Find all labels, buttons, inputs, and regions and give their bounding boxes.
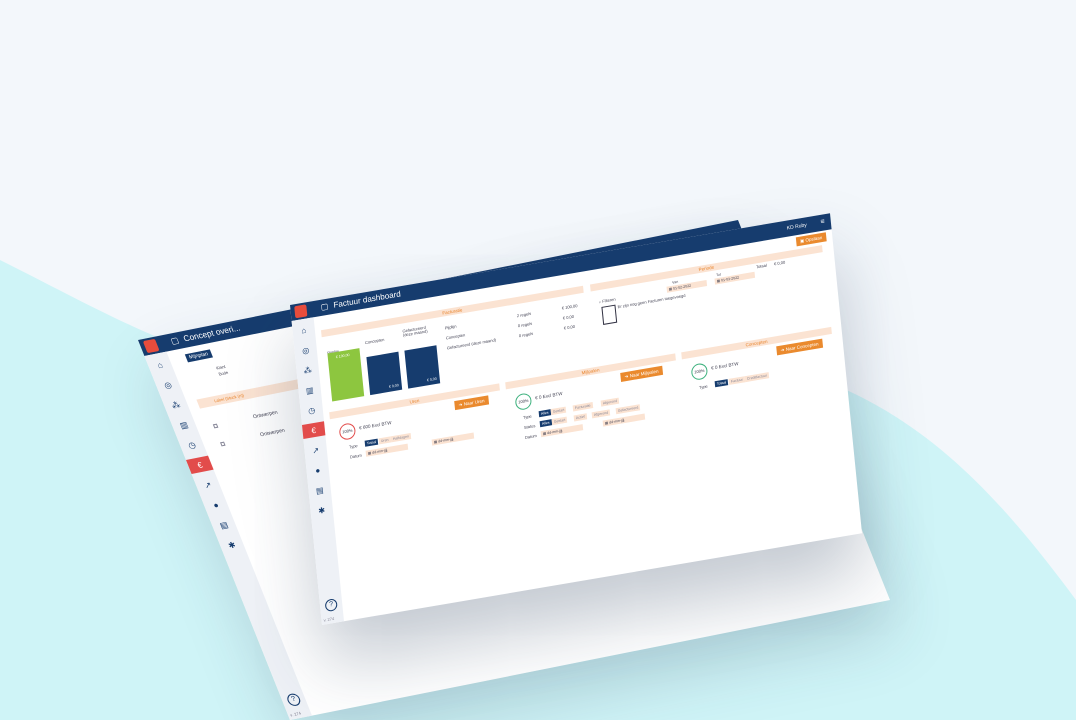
empty-document-icon	[601, 304, 618, 325]
invoice-icon[interactable]: €	[302, 421, 326, 439]
status-label: Status	[523, 423, 536, 430]
clock-icon[interactable]: ◷	[300, 401, 323, 419]
app-logo-icon	[142, 338, 160, 354]
bar-value-label: € 0,00	[426, 376, 437, 383]
summary-count: 0 regels	[517, 320, 533, 329]
totaal-label: Totaal	[755, 262, 767, 270]
totaal-value: € 0,00	[773, 259, 786, 267]
date-placeholder: dd-mm-jjjj	[371, 448, 388, 455]
back-group-label: Label (Stuck (n))	[213, 392, 245, 404]
table-row[interactable]: Ontwerpen	[259, 428, 286, 439]
back-tab[interactable]: Mijnplan	[184, 349, 213, 363]
row-checkbox[interactable]	[212, 423, 219, 429]
uren-progress-ring: 100%	[338, 422, 357, 441]
menu-icon[interactable]: ≡	[820, 214, 826, 231]
mijlpalen-progress-ring: 100%	[514, 392, 533, 411]
type-option[interactable]: Alles	[538, 409, 551, 418]
type-option[interactable]: Afgerond	[600, 397, 620, 407]
naar-uren-label: Naar Uren	[463, 398, 485, 407]
type-option[interactable]: Totaal	[364, 438, 379, 447]
summary-count: 2 regels	[516, 310, 532, 319]
status-option[interactable]: Alles	[539, 419, 552, 428]
bar-gefactureerd[interactable]: € 0,00	[404, 345, 441, 389]
row-checkbox[interactable]	[220, 441, 226, 447]
bar-value-label: € 0,00	[388, 383, 399, 389]
summary-amount: € 0,00	[562, 313, 575, 321]
type-option[interactable]: Halfdagen	[390, 432, 412, 443]
chart-icon[interactable]: ▥	[298, 381, 321, 399]
user-icon[interactable]: ●	[306, 461, 329, 479]
document-icon: ▢	[169, 335, 181, 346]
type-label: Type	[522, 413, 532, 420]
date-placeholder: dd-mm-jjjj	[437, 436, 454, 444]
filter-label-text: Filteren	[601, 296, 616, 304]
export-icon[interactable]: ↗	[304, 441, 327, 459]
document-icon: ▢	[320, 301, 329, 312]
column-label: Gefactureerd (deze maand)	[402, 324, 428, 338]
summary-label: Concepten	[445, 332, 466, 341]
summary-count: 0 regels	[518, 330, 534, 339]
type-option[interactable]: Uren	[378, 436, 391, 445]
gear-icon[interactable]: ✱	[310, 501, 333, 519]
help-icon[interactable]: ?	[324, 598, 338, 613]
date-placeholder: dd-mm-jjjj	[608, 418, 625, 425]
column-label: Concepten	[364, 336, 385, 346]
summary-amount: € 100,00	[561, 302, 578, 311]
concepten-amount: € 0 Excl BTW	[711, 361, 739, 371]
date-placeholder: dd-mm-jjjj	[546, 428, 563, 436]
version-label: v. 274	[289, 710, 302, 718]
datum-label: Datum	[349, 452, 362, 460]
org-icon[interactable]: ⁂	[296, 361, 319, 379]
filter-label[interactable]: ⌕ Filteren	[599, 296, 616, 304]
datum-label: Datum	[524, 432, 537, 440]
concepten-progress-ring: 100%	[690, 362, 709, 382]
version-label: v. 274	[323, 615, 335, 623]
save-button-label: Opslaan	[805, 234, 823, 243]
type-option[interactable]: Facturatie	[572, 402, 593, 412]
type-option[interactable]: Factuur	[728, 376, 746, 385]
home-icon[interactable]: ⌂	[292, 321, 315, 339]
summary-amount: € 0,00	[563, 323, 576, 331]
type-label: Type	[348, 443, 358, 450]
naar-uren-button[interactable]: ➔ Naar Uren	[454, 395, 489, 411]
table-row[interactable]: Ontwerpen	[252, 410, 279, 421]
help-icon[interactable]: ?	[285, 692, 303, 707]
uren-amount: € 600 Excl BTW	[359, 419, 392, 431]
tot-date-value: 01-03-2022	[720, 275, 740, 283]
no-invoices-note: Er zijn nog geen Facturen toegevoegd	[617, 292, 686, 310]
scene: ▢ Concept overi... ⌂ ◎ ⁂ ▥ ◷ € ↗ ● ▤ ✱ ?…	[0, 0, 1076, 720]
back-section-value: Bode	[217, 369, 229, 377]
status-option[interactable]: Gefactureerd	[615, 404, 641, 415]
uren-date-to[interactable]: ▦ dd-mm-jjjj	[431, 432, 475, 446]
status-option[interactable]: Afgerond	[591, 409, 611, 419]
naar-mijlpalen-label: Naar Mijlpalen	[629, 368, 659, 379]
status-option[interactable]: Gestart	[551, 416, 568, 426]
type-label: Type	[698, 383, 708, 391]
type-option[interactable]: Gestart	[550, 406, 567, 416]
document-icon[interactable]: ▤	[308, 481, 331, 499]
summary-label: Pijplijn	[444, 323, 457, 331]
type-option[interactable]: Totaal	[714, 379, 729, 388]
mijlpalen-amount: € 0 Excl BTW	[535, 390, 563, 401]
van-date-value: 01-02-2022	[672, 283, 692, 291]
type-option[interactable]: Creditfactuur	[744, 372, 770, 383]
app-logo-icon	[294, 304, 308, 319]
bar-pijplijn[interactable]: € 100,00	[327, 348, 365, 402]
bar-value-label: € 100,00	[335, 352, 350, 360]
naar-concepten-label: Naar Concepten	[785, 341, 819, 352]
status-option[interactable]: Actief	[573, 413, 587, 422]
globe-icon[interactable]: ◎	[294, 341, 317, 359]
bar-concepten[interactable]: € 0,00	[366, 351, 403, 396]
